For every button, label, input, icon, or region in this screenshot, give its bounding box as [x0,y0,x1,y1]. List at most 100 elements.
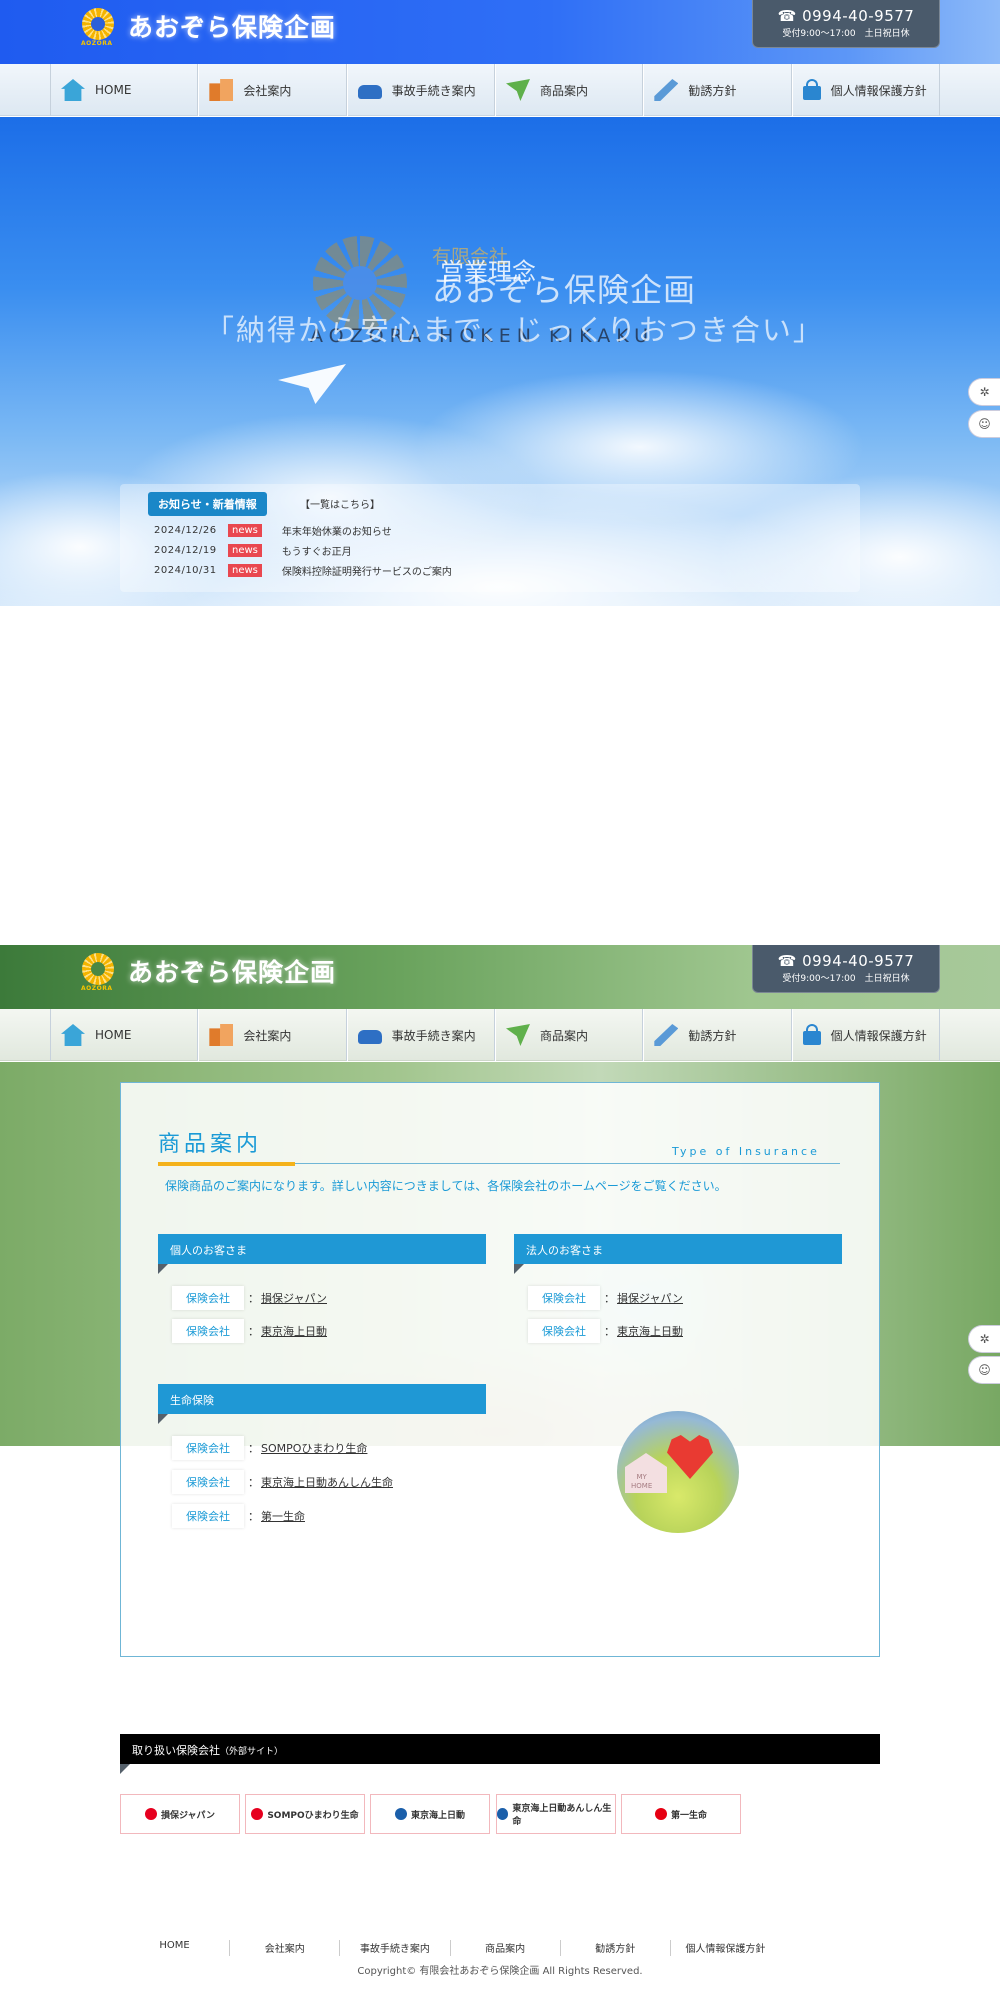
side-share-button[interactable]: ✲ [968,378,1000,406]
news-title[interactable]: 保険料控除証明発行サービスのご案内 [282,563,452,578]
insurer-sep: ： [248,1325,259,1338]
insurer-row: 保険会社 ： 東京海上日動 [172,1319,327,1343]
pencil-icon [654,1024,679,1046]
home-icon [61,79,85,101]
logo-sun-icon[interactable] [82,8,114,40]
nav-label: 商品案内 [539,1028,588,1043]
paper-plane-icon [505,79,530,101]
logo-sun-icon[interactable] [82,953,114,985]
insurer-sep: ： [248,1292,259,1305]
nav-label: HOME [95,83,132,97]
insurer-link[interactable]: 東京海上日動 [617,1323,683,1339]
nav-privacy[interactable]: 個人情報保護方針 [791,64,940,116]
tel-number[interactable]: ☎ 0994-40-9577 [753,7,939,25]
insurer-link[interactable]: 東京海上日動あんしん生命 [261,1474,393,1490]
news-heading: お知らせ・新着情報 [148,492,267,516]
category-personal-heading: 個人のお客さま [158,1234,486,1264]
building-icon [209,1024,234,1046]
insurer-sep: ： [248,1510,259,1523]
insurer-link[interactable]: 第一生命 [261,1508,305,1524]
nav-products[interactable]: 商品案内 [494,1009,644,1061]
logo-subtext: AOZORA [81,40,113,47]
footer-link-solicitation[interactable]: 勧誘方針 [561,1940,671,1956]
site-title[interactable]: あおぞら保険企画 [128,8,336,44]
nav-company[interactable]: 会社案内 [198,64,347,116]
nav-home[interactable]: HOME [50,64,199,116]
products-panel [120,1082,880,1657]
tel-number[interactable]: ☎ 0994-40-9577 [753,952,939,970]
logo-subtext: AOZORA [81,985,113,992]
insurer-label: 保険会社 [528,1286,600,1310]
site-title[interactable]: あおぞら保険企画 [128,953,336,989]
footer-link-company[interactable]: 会社案内 [230,1940,341,1956]
site-header: AOZORA あおぞら保険企画 ☎ 0994-40-9577 受付9:00～17… [0,0,1000,64]
news-item[interactable]: 2024/12/19 news もうすぐお正月 [154,542,352,558]
footer-link-home[interactable]: HOME [120,1940,231,1956]
car-icon [357,85,382,99]
side-share-button[interactable]: ✲ [968,1325,1000,1353]
partner-dai-ichi-link[interactable]: 第一生命 [621,1794,741,1834]
nav-label: 勧誘方針 [688,83,737,98]
nav-company[interactable]: 会社案内 [198,1009,347,1061]
insurer-label: 保険会社 [172,1470,244,1494]
footer-link-products[interactable]: 商品案内 [451,1940,561,1956]
products-title: 商品案内 [158,1132,263,1157]
footer-link-privacy[interactable]: 個人情報保護方針 [671,1940,780,1956]
partner-label: SOMPOひまわり生命 [267,1810,359,1821]
news-date: 2024/12/26 [154,524,217,536]
partner-tokio-anshin-link[interactable]: 東京海上日動あんしん生命 [496,1794,616,1834]
partners-heading-text: 取り扱い保険会社 [132,1744,220,1757]
partners-heading-note: （外部サイト） [220,1747,284,1757]
products-title-en: Type of Insurance [672,1145,820,1158]
nav-label: 事故手続き案内 [391,1028,476,1043]
category-life-heading: 生命保険 [158,1384,486,1414]
nav-products[interactable]: 商品案内 [494,64,644,116]
paper-plane-icon [278,364,346,404]
nav-label: 会社案内 [243,83,292,98]
chat-icon: ☺ [978,417,991,431]
news-more-link[interactable]: 【一覧はこちら】 [300,496,380,511]
insurer-link[interactable]: SOMPOひまわり生命 [261,1440,367,1456]
lock-icon [802,79,821,100]
lock-icon [802,1024,821,1045]
nav-label: 事故手続き案内 [391,83,476,98]
nav-label: 商品案内 [539,83,588,98]
partner-label: 東京海上日動 [410,1810,465,1821]
sompo-logo-icon [251,1808,264,1820]
news-title[interactable]: 年末年始休業のお知らせ [282,523,392,538]
nav-label: HOME [95,1028,132,1042]
partner-tokio-marine-link[interactable]: 東京海上日動 [370,1794,490,1834]
news-tag: news [228,543,262,557]
side-chat-button[interactable]: ☺ [968,1356,1000,1384]
nav-label: 個人情報保護方針 [830,1028,927,1043]
insurer-link[interactable]: 東京海上日動 [261,1323,327,1339]
tel-hours: 受付9:00～17:00 土日祝日休 [782,29,910,39]
sompo-logo-icon [144,1808,157,1820]
car-icon [357,1030,382,1044]
share-icon: ✲ [979,385,990,399]
news-title[interactable]: もうすぐお正月 [282,543,352,558]
nav-accident[interactable]: 事故手続き案内 [346,1009,495,1061]
news-item[interactable]: 2024/12/26 news 年末年始休業のお知らせ [154,522,392,538]
site-header-products: AOZORA あおぞら保険企画 ☎ 0994-40-9577 受付9:00～17… [0,945,1000,1009]
insurer-link[interactable]: 損保ジャパン [617,1290,683,1306]
side-chat-button[interactable]: ☺ [968,410,1000,438]
footer-link-accident[interactable]: 事故手続き案内 [340,1940,451,1956]
nav-home[interactable]: HOME [50,1009,199,1061]
hero-banner: 有限会社 営業理念 あおぞら保険企画 AOZORA HOKEN KIKAKU 「… [0,117,1000,606]
nav-accident[interactable]: 事故手続き案内 [346,64,495,116]
nav-privacy[interactable]: 個人情報保護方針 [791,1009,940,1061]
house-label: MY HOME [631,1473,653,1490]
nav-solicitation[interactable]: 勧誘方針 [643,64,792,116]
nav-label: 会社案内 [243,1028,292,1043]
insurer-label: 保険会社 [172,1436,244,1460]
building-icon [209,79,234,101]
insurer-link[interactable]: 損保ジャパン [261,1290,327,1306]
partner-sompo-japan-link[interactable]: 損保ジャパン [120,1794,240,1834]
insurer-label: 保険会社 [172,1286,244,1310]
insurer-label: 保険会社 [172,1319,244,1343]
partner-sompo-himawari-link[interactable]: SOMPOひまわり生命 [245,1794,365,1834]
news-item[interactable]: 2024/10/31 news 保険料控除証明発行サービスのご案内 [154,562,452,578]
nav-solicitation[interactable]: 勧誘方針 [643,1009,792,1061]
partner-label: 損保ジャパン [160,1810,215,1821]
